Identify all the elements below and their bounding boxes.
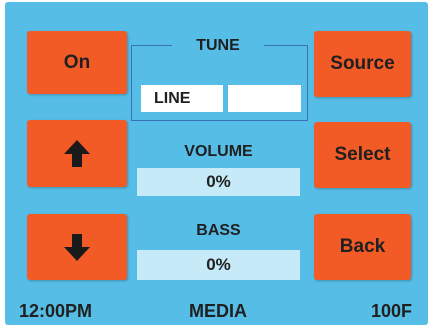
status-time: 12:00PM [19, 301, 93, 321]
status-mode: MEDIA [189, 301, 247, 321]
bass-value: 0% [206, 255, 231, 274]
tune-source-field[interactable]: LINE [141, 85, 223, 112]
arrow-up-icon [64, 140, 90, 167]
back-button[interactable]: Back [314, 214, 411, 280]
down-button[interactable] [27, 214, 127, 280]
select-button-label: Select [334, 144, 391, 165]
volume-value: 0% [206, 172, 231, 191]
on-button-label: On [63, 51, 91, 73]
tune-title: TUNE [172, 35, 264, 57]
source-button-label: Source [330, 53, 395, 74]
status-temperature: 100F [371, 301, 413, 321]
up-button[interactable] [27, 120, 127, 187]
volume-label: VOLUME [184, 143, 253, 160]
arrow-down-icon [64, 233, 90, 261]
back-button-label: Back [339, 236, 386, 257]
bass-value-box: 0% [137, 250, 300, 280]
select-button[interactable]: Select [314, 122, 411, 188]
tune-source-value: LINE [154, 89, 191, 107]
tune-frequency-field[interactable] [228, 85, 301, 112]
source-button[interactable]: Source [314, 31, 411, 97]
on-button[interactable]: On [27, 31, 127, 94]
volume-value-box: 0% [137, 168, 300, 196]
bass-label: BASS [196, 222, 241, 239]
